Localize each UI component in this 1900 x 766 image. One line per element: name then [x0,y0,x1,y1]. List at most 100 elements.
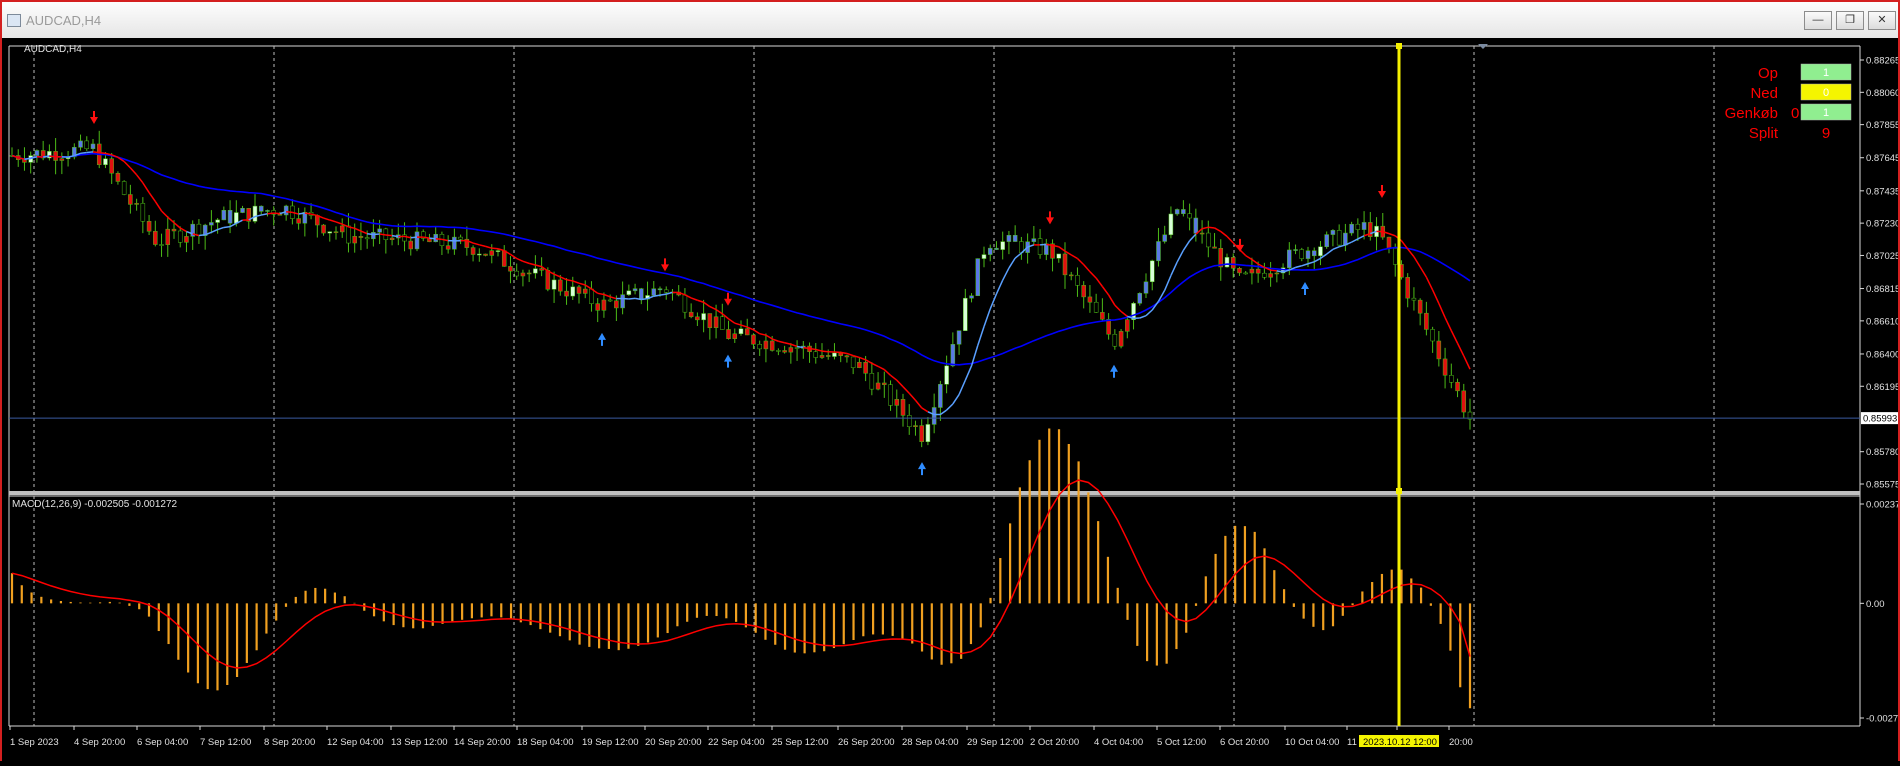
candle-body [1437,341,1441,359]
candle-body [1200,233,1204,234]
candle-body [166,229,170,245]
time-axis-label: 19 Sep 12:00 [582,737,639,748]
chart-area[interactable]: 1 Sep 20234 Sep 20:006 Sep 04:007 Sep 12… [2,38,1898,766]
candle-body [1225,257,1229,267]
candle-body [259,206,263,211]
candle-body [1237,268,1241,273]
macd-axis-label: 0.00 [1866,599,1885,610]
candle-body [241,208,245,212]
candle-body [147,221,151,231]
candle-body [1250,269,1254,273]
candle-body [253,206,257,221]
minimize-button[interactable]: — [1804,11,1832,30]
title-bar[interactable]: AUDCAD,H4 — ❐ ✕ [2,2,1898,39]
time-axis-label: 10 Oct 04:00 [1285,737,1339,748]
candle-body [110,159,114,174]
time-axis-label: 5 Oct 12:00 [1157,737,1206,748]
candle-body [1443,359,1447,375]
candle-body [932,407,936,424]
candle-body [733,334,737,339]
candle-body [1013,235,1017,241]
candle-body [1138,293,1142,303]
candle-body [1001,242,1005,250]
signal-line-segment [1271,270,1277,271]
candle-body [577,287,581,294]
candle-body [702,314,706,320]
signal-line-segment [411,237,417,238]
price-axis-label: 0.87025 [1866,251,1898,262]
candle-body [745,329,749,335]
candle-body [1175,209,1179,214]
signal-line-segment [492,248,498,249]
candle-body [122,181,126,194]
candle-body [328,232,332,233]
time-axis-label: 8 Sep 20:00 [264,737,315,748]
time-axis-label: 12 Sep 04:00 [327,737,384,748]
time-axis-label: 20 Sep 20:00 [645,737,702,748]
candle-body [228,210,232,223]
candle-body [1007,235,1011,241]
candle-body [770,341,774,350]
close-button[interactable]: ✕ [1868,11,1896,30]
restore-button[interactable]: ❐ [1836,11,1864,30]
signal-line-segment [367,234,373,235]
candle-body [278,214,282,215]
time-axis-label: 14 Sep 20:00 [454,737,511,748]
candle-body [901,399,905,415]
candle-body [814,352,818,358]
candle-body [689,312,693,317]
candle-body [982,255,986,259]
candle-body [459,237,463,239]
signal-line-segment [629,298,635,299]
panel-row-value: 1 [1823,67,1829,79]
candle-body [1244,273,1248,274]
candle-body [976,259,980,296]
candle-body [1337,230,1341,245]
candle-body [390,238,394,240]
candle-body [79,141,83,147]
candle-body [1431,329,1435,341]
candle-body [1144,282,1148,294]
candle-body [1356,224,1360,229]
candle-body [957,331,961,345]
candle-body [409,241,413,249]
candle-body [1331,230,1335,234]
signal-line-segment [267,213,273,214]
candle-body [1088,297,1092,302]
candle-body [521,273,525,276]
candle-body [602,300,606,310]
candle-body [907,415,911,426]
vertical-marker-handle [1396,488,1402,494]
candle-body [1125,320,1129,332]
candle-body [1269,274,1273,278]
signal-line-segment [199,235,205,236]
candle-body [764,341,768,349]
terminal-window: AUDCAD,H4 — ❐ ✕ 1 Sep 20234 Sep 20:006 S… [0,0,1900,761]
signal-line-segment [386,235,392,236]
candle-body [695,317,699,320]
candle-body [951,344,955,366]
candle-body [1462,391,1466,412]
current-price-label: 0.85993 [1863,414,1897,425]
candle-body [91,144,95,149]
candle-body [1362,222,1366,229]
candle-body [502,251,506,267]
candle-body [490,251,494,256]
time-axis-label: 4 Oct 04:00 [1094,737,1143,748]
signal-line-segment [99,153,105,154]
window-title: AUDCAD,H4 [26,13,101,28]
candle-body [1169,214,1173,235]
candle-body [160,245,164,246]
signal-line-segment [803,348,809,349]
price-chart[interactable]: 1 Sep 20234 Sep 20:006 Sep 04:007 Sep 12… [2,38,1898,761]
signal-line-segment [380,234,386,235]
panel-row-value: 9 [1822,125,1830,142]
time-axis-label: 28 Sep 04:00 [902,737,959,748]
candle-body [1406,277,1410,298]
candle-body [683,295,687,312]
candle-body [1113,334,1117,346]
candle-body [583,289,587,293]
candle-body [945,366,949,384]
time-axis-label: 4 Sep 20:00 [74,737,125,748]
candle-body [153,231,157,244]
